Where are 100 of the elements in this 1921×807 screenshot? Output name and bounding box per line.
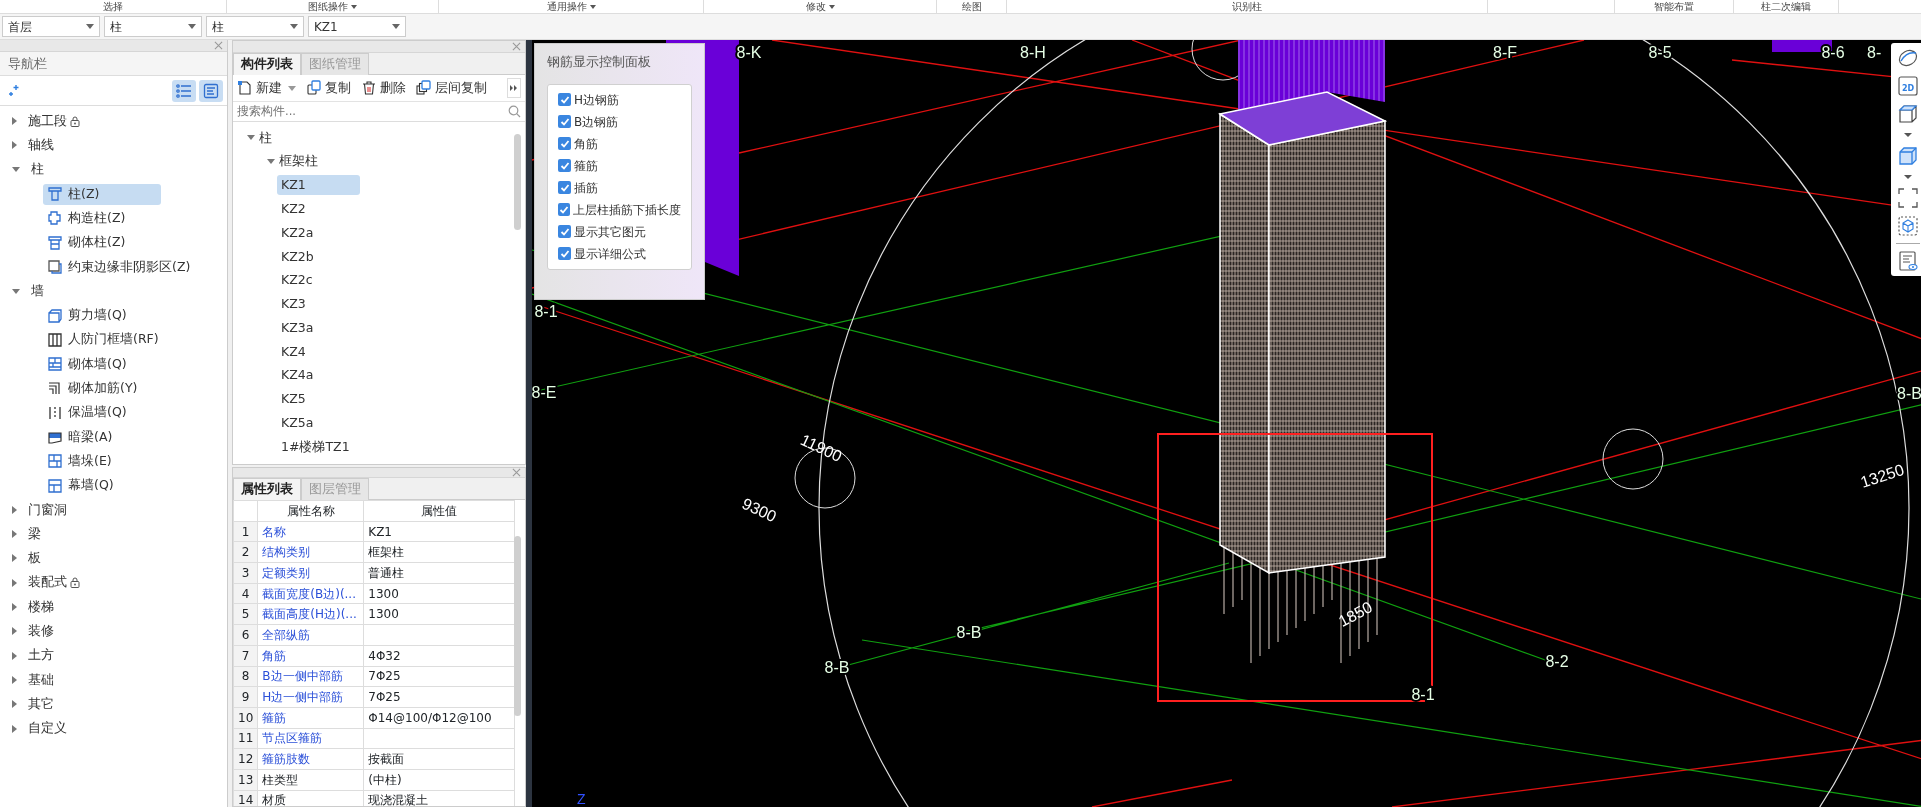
tree-item[interactable]: KZ2a <box>277 223 360 244</box>
list-view-button[interactable] <box>172 79 196 102</box>
tree-item[interactable]: 板 <box>28 549 41 568</box>
filled-cube-button[interactable] <box>1897 145 1919 167</box>
floor-dropdown[interactable]: 柱 <box>104 16 202 37</box>
property-value[interactable]: 按截面 <box>363 748 515 770</box>
tree-item[interactable]: KZ2c <box>277 270 360 291</box>
tree-item[interactable]: 暗梁(A) <box>43 426 117 448</box>
tree-item[interactable]: KZ2 <box>277 199 360 220</box>
toolbar-button[interactable]: 删除 <box>361 78 406 98</box>
property-name[interactable]: 柱类型 <box>257 769 364 791</box>
property-value[interactable]: (中柱) <box>363 769 515 791</box>
scrollbar[interactable] <box>514 536 521 716</box>
tree-item[interactable]: KZ3 <box>277 294 360 315</box>
property-name[interactable]: B边一侧中部筋 <box>257 666 364 687</box>
tree-item[interactable]: 装修 <box>28 622 54 641</box>
checkbox-label[interactable]: 角筋 <box>574 134 598 153</box>
checkbox[interactable] <box>558 93 571 106</box>
tree-item[interactable]: 梁 <box>28 524 41 544</box>
tree-item[interactable]: KZ3a <box>277 318 360 339</box>
ribbon-group-label[interactable]: 修改 <box>805 0 835 13</box>
property-name[interactable]: 截面宽度(B边)(... <box>257 583 364 604</box>
expand-arrow-icon[interactable] <box>12 117 17 126</box>
floor-dropdown[interactable]: 首层 <box>2 16 100 37</box>
tree-item[interactable]: 轴线 <box>28 136 54 155</box>
tree-item[interactable]: 保温墙(Q) <box>43 402 131 424</box>
search-field[interactable]: 搜索构件... <box>237 102 508 121</box>
checkbox-label[interactable]: H边钢筋 <box>574 90 620 109</box>
checkbox-label[interactable]: 上层柱插筋下插长度 <box>573 200 681 219</box>
tree-item[interactable]: KZ5 <box>277 389 360 410</box>
property-name[interactable]: 全部纵筋 <box>257 624 364 646</box>
property-name[interactable]: 箍筋 <box>257 707 364 729</box>
expand-arrow-icon[interactable] <box>12 700 17 709</box>
tree-item[interactable]: 框架柱 <box>279 152 318 172</box>
checkbox-label[interactable]: 插筋 <box>574 178 598 197</box>
tree-item[interactable]: 构造柱(Z) <box>43 207 130 229</box>
property-name[interactable]: 角筋 <box>257 645 364 666</box>
floor-dropdown[interactable]: 柱 <box>206 16 304 37</box>
property-name[interactable]: H边一侧中部筋 <box>257 686 364 708</box>
property-name[interactable]: 箍筋肢数 <box>257 748 364 770</box>
ribbon-group-label[interactable]: 柱二次编辑 <box>1761 0 1811 13</box>
tree-item[interactable]: KZ5a <box>277 413 360 434</box>
tree-item[interactable]: 1#楼梯TZ1 <box>277 437 360 458</box>
search-icon[interactable] <box>508 105 521 118</box>
tree-item[interactable]: 装配式 <box>28 573 67 593</box>
sparkle-icon[interactable] <box>8 83 22 98</box>
tree-item[interactable]: 墙垛(E) <box>43 450 116 472</box>
tree-item[interactable]: 砌体加筋(Y) <box>43 377 142 399</box>
checkbox[interactable] <box>558 247 571 260</box>
ribbon-group-label[interactable]: 通用操作 <box>546 0 596 13</box>
checkbox-label[interactable]: B边钢筋 <box>574 112 619 131</box>
tree-item[interactable]: 砌体墙(Q) <box>43 353 131 375</box>
toolbar-button[interactable]: 层间复制 <box>416 78 487 98</box>
cube-button[interactable] <box>1897 103 1919 125</box>
more-button[interactable] <box>507 78 521 98</box>
collapse-arrow-icon[interactable] <box>12 167 20 173</box>
ribbon-group-label[interactable]: 绘图 <box>961 0 982 13</box>
ribbon-group-label[interactable]: 智能布置 <box>1654 0 1694 13</box>
checkbox[interactable] <box>558 115 571 128</box>
tree-item[interactable]: 自定义 <box>28 719 67 738</box>
tree-item[interactable]: 楼梯 <box>28 597 54 617</box>
expand-arrow-icon[interactable] <box>12 627 17 636</box>
tree-item[interactable]: 其它 <box>28 694 54 714</box>
tree-item[interactable]: 门窗洞 <box>28 500 67 520</box>
ribbon-group-label[interactable]: 选择 <box>103 0 123 13</box>
expand-arrow-icon[interactable] <box>12 141 17 150</box>
property-name[interactable]: 截面高度(H边)(... <box>257 603 364 625</box>
expand-arrow-icon[interactable] <box>12 530 17 539</box>
fit-view-button[interactable] <box>1897 187 1919 209</box>
tree-item[interactable]: KZ1 <box>277 175 360 196</box>
property-value[interactable]: KZ1 <box>363 521 515 542</box>
property-name[interactable]: 结构类别 <box>257 541 364 563</box>
expand-arrow-icon[interactable] <box>12 554 17 563</box>
tree-item[interactable]: 基础 <box>28 670 54 690</box>
checkbox[interactable] <box>558 159 571 172</box>
floor-dropdown[interactable]: KZ1 <box>308 16 406 37</box>
tree-item[interactable]: 幕墙(Q) <box>43 475 118 497</box>
expand-arrow-icon[interactable] <box>12 578 17 587</box>
tree-item[interactable]: KZ4a <box>277 365 360 386</box>
tree-item[interactable]: 人防门框墙(RF) <box>43 329 163 351</box>
tree-item[interactable]: 剪力墙(Q) <box>43 305 131 326</box>
tree-item[interactable]: KZ2b <box>277 246 360 267</box>
property-name[interactable]: 节点区箍筋 <box>257 728 364 749</box>
tree-item[interactable]: 砌体柱(Z) <box>43 232 130 254</box>
expand-arrow-icon[interactable] <box>12 603 17 612</box>
checkbox-label[interactable]: 显示详细公式 <box>574 244 646 263</box>
tree-item[interactable]: 柱 <box>31 160 44 180</box>
tree-item[interactable]: 约束边缘非阴影区(Z) <box>43 256 195 278</box>
ribbon-group-label[interactable]: 识别柱 <box>1232 0 1262 13</box>
expand-arrow-icon[interactable] <box>12 724 17 733</box>
orbit-button[interactable] <box>1897 47 1919 69</box>
expand-arrow-icon[interactable] <box>12 675 17 684</box>
checkbox-label[interactable]: 箍筋 <box>574 156 598 175</box>
checkbox[interactable] <box>558 137 571 150</box>
tree-item[interactable]: 墙 <box>31 281 44 301</box>
tab[interactable]: 构件列表 <box>233 53 301 75</box>
dashed-cube-button[interactable] <box>1897 215 1919 237</box>
tree-item[interactable]: 柱(Z) <box>43 183 161 205</box>
tree-item[interactable]: 施工段 <box>28 111 67 131</box>
checkbox[interactable] <box>558 225 571 238</box>
